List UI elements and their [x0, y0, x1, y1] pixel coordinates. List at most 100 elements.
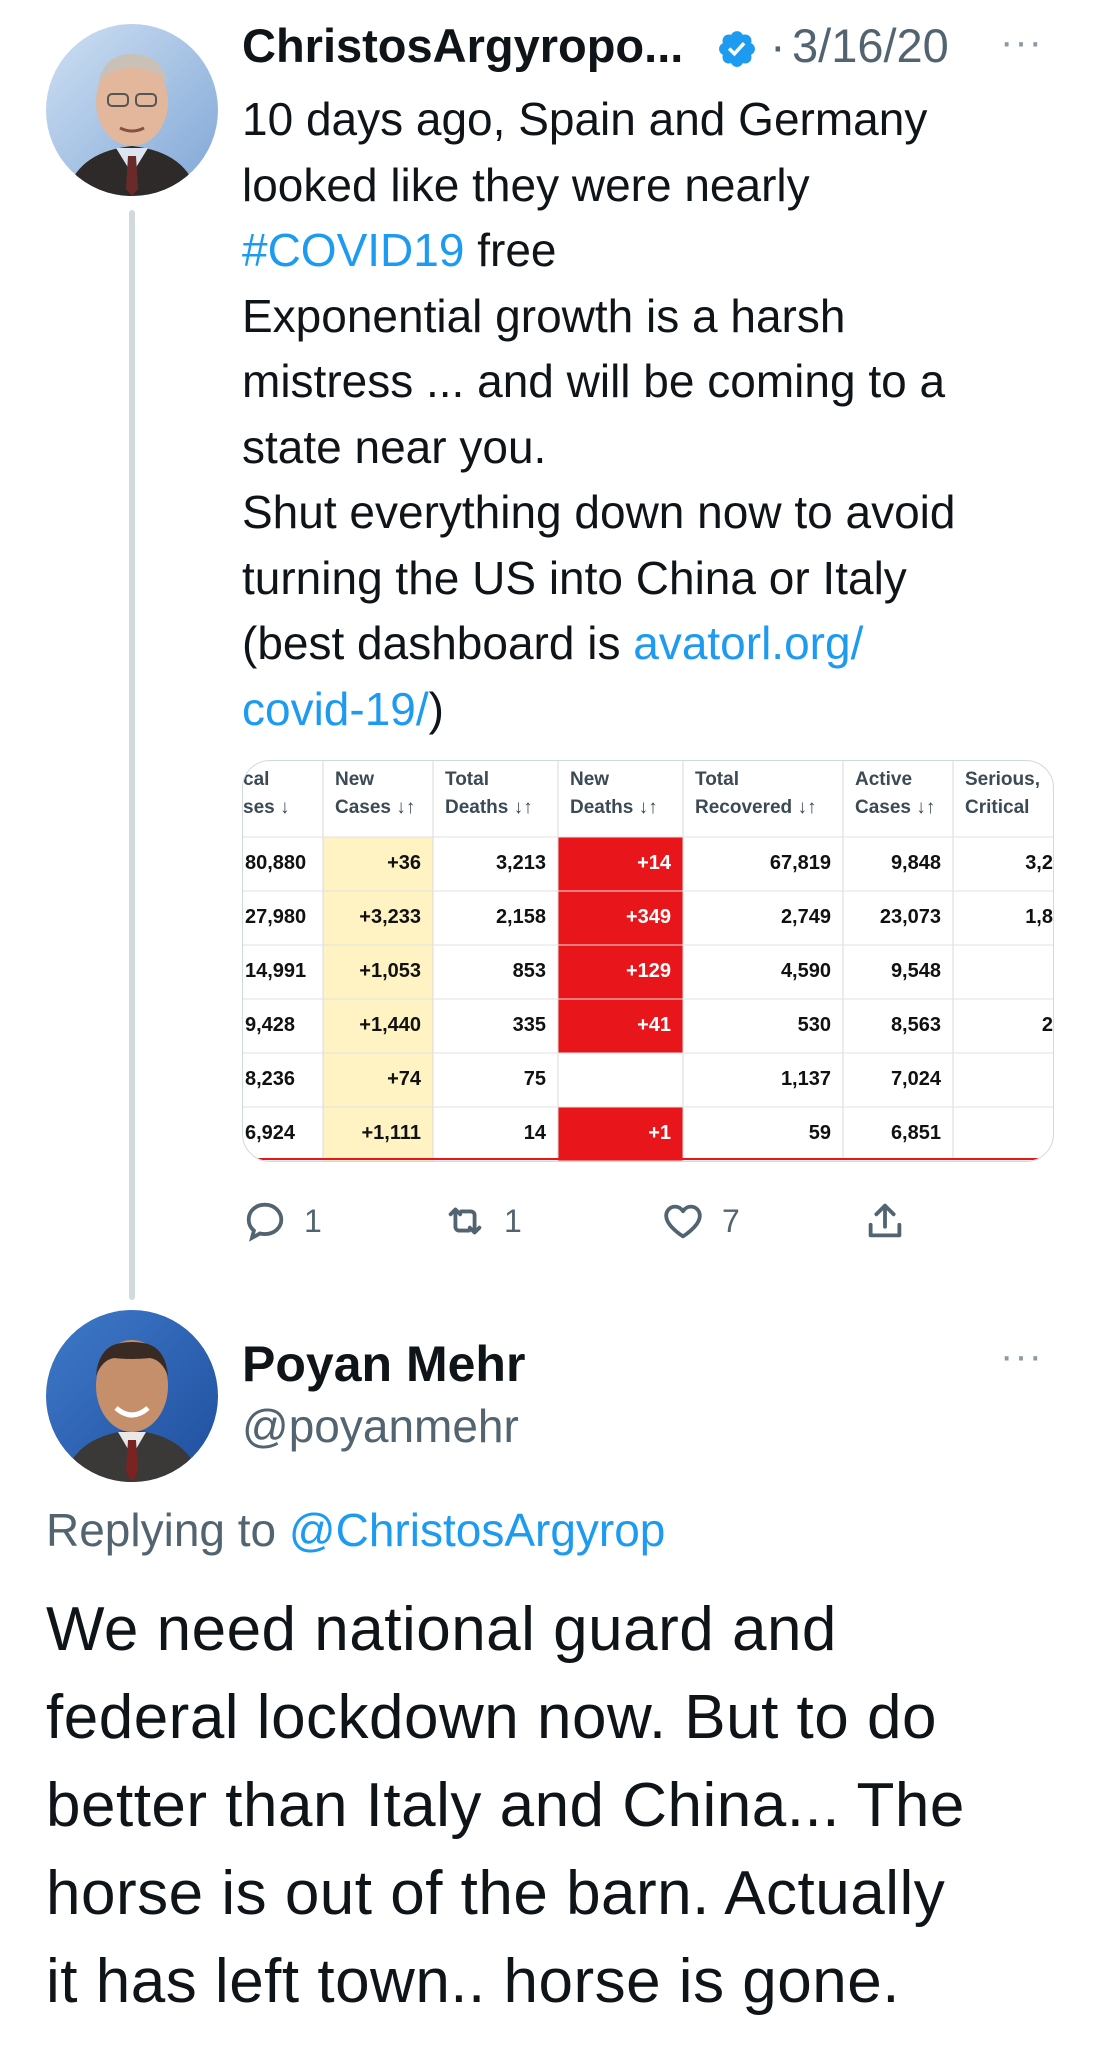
- thread-connector-line: [129, 210, 135, 1300]
- reply-button[interactable]: 1: [242, 1196, 322, 1246]
- table-cell: +1: [648, 1122, 671, 1144]
- table-header[interactable]: Serious,: [965, 769, 1040, 790]
- tweet-text-line: state near you.: [242, 415, 1072, 481]
- tweet-text-span: ): [428, 682, 444, 735]
- tweet-text-span: Exponential growth is a harsh: [242, 289, 846, 342]
- table-cell: 530: [798, 1014, 831, 1036]
- tweet-link[interactable]: #COVID19: [242, 224, 464, 276]
- tweet-text-line: 10 days ago, Spain and Germany: [242, 87, 1072, 153]
- table-cell: 75: [524, 1068, 546, 1090]
- table-cell: +1,053: [359, 960, 421, 982]
- verified-badge-icon: [716, 28, 758, 70]
- heart-icon: [664, 1204, 702, 1239]
- tweet-text-line: turning the US into China or Italy: [242, 546, 1072, 612]
- table-header[interactable]: Deaths ↓↑: [445, 797, 533, 818]
- table-cell: +3,233: [359, 906, 421, 928]
- table-cell: 6,924: [245, 1122, 296, 1144]
- reply-author-handle[interactable]: @poyanmehr: [242, 1398, 519, 1454]
- table-cell: 9,428: [245, 1014, 295, 1036]
- table-cell: 27,980: [245, 906, 306, 928]
- avatar-photo-icon: [46, 1310, 218, 1482]
- reply-count: 1: [304, 1202, 322, 1239]
- reply-body: We need national guard and federal lockdo…: [46, 1586, 1086, 2026]
- table-cell: +129: [626, 960, 671, 982]
- table-cell: 8,563: [891, 1014, 941, 1036]
- table-header[interactable]: ses ↓: [243, 797, 289, 818]
- reply-text-line: horse is out of the barn. Actually: [46, 1859, 946, 1928]
- tweet-text-line: covid-19/): [242, 677, 1072, 743]
- table-header[interactable]: Cases ↓↑: [855, 797, 935, 818]
- tweet-text-line: mistress ... and will be coming to a: [242, 349, 1072, 415]
- replying-to-handle-link[interactable]: @ChristosArgyrop: [289, 1504, 665, 1556]
- tweet-action-bar: 1 1 7: [242, 1196, 1042, 1246]
- table-header[interactable]: Active: [855, 769, 912, 790]
- like-count: 7: [722, 1202, 740, 1239]
- reply-author-name[interactable]: Poyan Mehr: [242, 1334, 525, 1394]
- table-cell: 6,851: [891, 1122, 941, 1144]
- author-name[interactable]: ChristosArgyropo...: [242, 18, 683, 74]
- reply-author-avatar[interactable]: [46, 1310, 218, 1482]
- tweet-text-span: 10 days ago, Spain and Germany: [242, 93, 928, 145]
- retweet-icon: [448, 1207, 482, 1235]
- table-header[interactable]: New: [570, 769, 609, 790]
- table-header[interactable]: Recovered ↓↑: [695, 797, 816, 818]
- table-cell: 9,548: [891, 960, 941, 982]
- table-header[interactable]: Critical: [965, 797, 1029, 818]
- table-header[interactable]: Cases ↓↑: [335, 797, 415, 818]
- table-cell: 3,2: [1025, 852, 1053, 874]
- retweet-button[interactable]: 1: [442, 1196, 522, 1246]
- table-cell: 4,590: [781, 960, 831, 982]
- reply-text-line: better than Italy and China... The: [46, 1771, 965, 1840]
- share-button[interactable]: [862, 1196, 908, 1246]
- tweet-text-span: mistress ... and will be coming to a: [242, 355, 946, 407]
- author-avatar[interactable]: [46, 24, 218, 196]
- reply-text-line: it has left town.. horse is gone.: [46, 1947, 900, 2016]
- table-cell: +1,440: [359, 1014, 421, 1036]
- table-cell: 8,236: [245, 1068, 295, 1090]
- table-cell: 2: [1042, 1014, 1053, 1036]
- covid-table: cal ses ↓ New Cases ↓↑ Total Deaths ↓↑ New Deat…: [243, 761, 1053, 1161]
- table-cell: +14: [637, 852, 672, 874]
- table-cell: 9,848: [891, 852, 941, 874]
- table-header[interactable]: cal: [243, 769, 269, 790]
- tweet-text-span: state near you.: [242, 420, 547, 473]
- table-cell: 335: [513, 1014, 546, 1036]
- table-cell: 59: [809, 1122, 831, 1144]
- tweet-body: 10 days ago, Spain and Germany looked lik…: [242, 87, 1072, 742]
- table-cell: 2,749: [781, 906, 831, 928]
- separator-dot: ·: [770, 19, 786, 72]
- tweet-date[interactable]: 3/16/20: [792, 18, 949, 74]
- avatar-photo-icon: [46, 24, 218, 196]
- tweet-text-span: Shut everything down now to avoid: [242, 486, 956, 538]
- table-cell: +1,111: [361, 1122, 421, 1144]
- reply-more-options-icon[interactable]: ···: [1000, 1334, 1043, 1379]
- table-cell: 3,213: [496, 852, 546, 874]
- table-header[interactable]: Deaths ↓↑: [570, 797, 658, 818]
- tweet-text-line: looked like they were nearly: [242, 153, 1072, 219]
- reply-text-line: federal lockdown now. But to do: [46, 1683, 937, 1752]
- tweet-text-span: (best dashboard is: [242, 617, 634, 669]
- table-cell: 67,819: [770, 852, 831, 874]
- table-cell: 80,880: [245, 852, 306, 874]
- replying-to: Replying to @ChristosArgyrop: [46, 1502, 665, 1558]
- table-header[interactable]: New: [335, 769, 374, 790]
- table-header[interactable]: Total: [445, 769, 489, 790]
- tweet-text-line: Shut everything down now to avoid: [242, 480, 1072, 546]
- tweet-text-line: #COVID19 free: [242, 218, 1072, 284]
- comment-icon: [246, 1202, 284, 1242]
- table-cell: 7,024: [891, 1068, 942, 1090]
- table-header[interactable]: Total: [695, 769, 739, 790]
- table-cell: +74: [387, 1068, 422, 1090]
- reply-text-line: We need national guard and: [46, 1595, 837, 1664]
- table-cell: +349: [626, 906, 671, 928]
- table-cell: 1,8: [1025, 906, 1053, 928]
- like-button[interactable]: 7: [660, 1196, 740, 1246]
- tweet-text-span: turning the US into China or Italy: [242, 551, 907, 604]
- table-cell: +41: [637, 1014, 671, 1036]
- dashboard-table-image[interactable]: cal ses ↓ New Cases ↓↑ Total Deaths ↓↑ New Deat…: [242, 760, 1054, 1162]
- tweet-link[interactable]: avatorl.org/: [633, 617, 863, 669]
- tweet-link[interactable]: covid-19/: [242, 683, 429, 735]
- tweet-text-line: (best dashboard is avatorl.org/: [242, 611, 1072, 677]
- table-cell: 2,158: [496, 906, 546, 928]
- more-options-icon[interactable]: ···: [1000, 20, 1043, 65]
